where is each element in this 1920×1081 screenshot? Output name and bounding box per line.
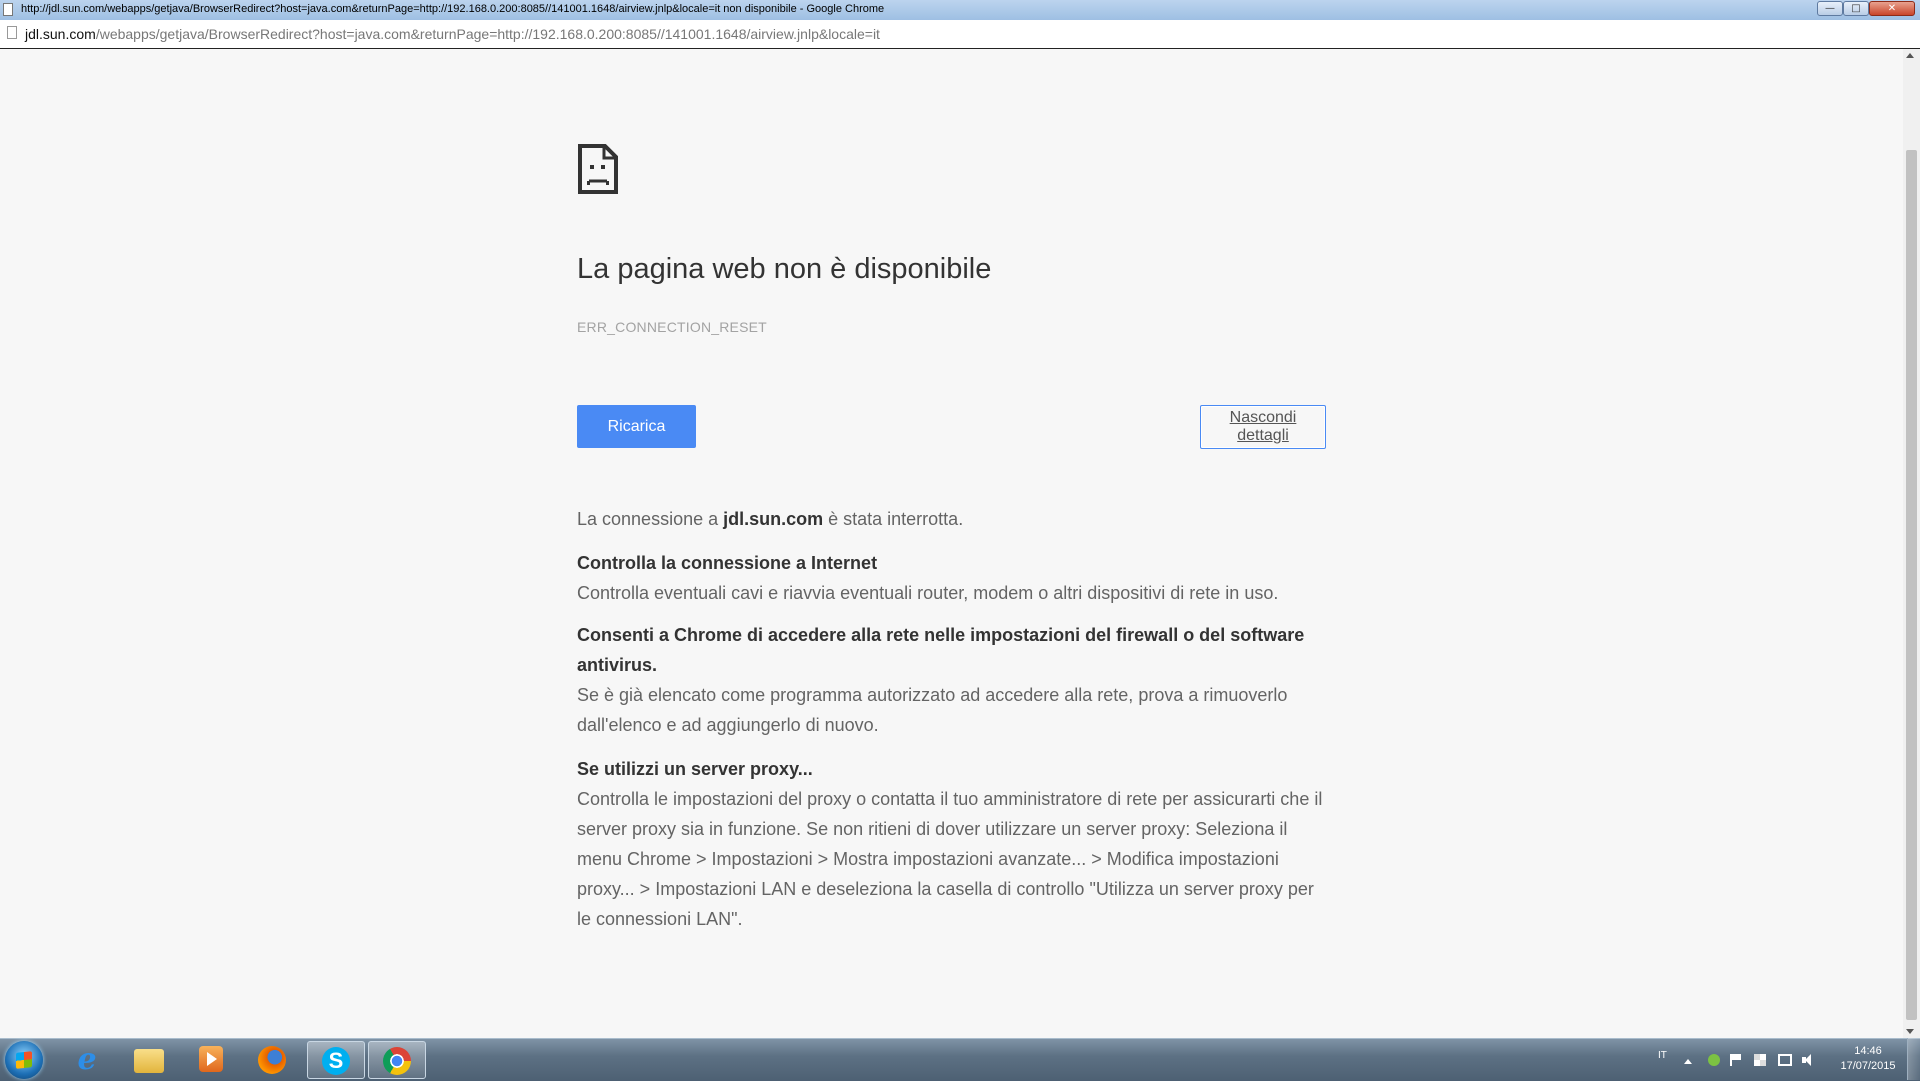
page-icon (7, 26, 17, 39)
section-heading-firewall: Consenti a Chrome di accedere alla rete … (577, 625, 1305, 675)
section-body-firewall: Se è già elencato come programma autoriz… (577, 685, 1288, 735)
maximize-button[interactable]: □ (1843, 1, 1869, 16)
action-center-flag-icon[interactable] (1730, 1054, 1742, 1066)
network-status-icon[interactable] (1708, 1054, 1720, 1066)
window-title-bar[interactable]: http://jdl.sun.com/webapps/getjava/Brows… (0, 0, 1920, 21)
firefox-icon (258, 1046, 286, 1074)
skype-icon: S (322, 1047, 350, 1075)
taskbar-firefox[interactable] (244, 1041, 302, 1079)
taskbar-windows-explorer[interactable] (120, 1041, 178, 1079)
start-button[interactable] (5, 1041, 43, 1079)
section-body-proxy: Controlla le impostazioni del proxy o co… (577, 789, 1323, 929)
taskbar: e S (0, 1038, 1920, 1081)
language-indicator[interactable]: IT (1658, 1050, 1667, 1061)
volume-icon[interactable] (1802, 1054, 1814, 1066)
error-headline: La pagina web non è disponibile (577, 253, 992, 285)
network-icon[interactable] (1778, 1054, 1792, 1066)
page-icon (3, 3, 13, 16)
address-bar[interactable]: jdl.sun.com/webapps/getjava/BrowserRedir… (0, 20, 1920, 49)
clock-date: 17/07/2015 (1840, 1060, 1896, 1072)
reload-button[interactable]: Ricarica (577, 405, 696, 448)
chrome-icon (383, 1047, 411, 1075)
intro-prefix: La connessione a (577, 509, 724, 529)
window-title: http://jdl.sun.com/webapps/getjava/Brows… (21, 3, 885, 15)
taskbar-chrome[interactable] (368, 1041, 426, 1079)
show-hidden-icons-icon[interactable] (1684, 1059, 1692, 1064)
section-heading-proxy: Se utilizzi un server proxy... (577, 759, 813, 779)
url-path: /webapps/getjava/BrowserRedirect?host=ja… (95, 26, 880, 42)
intro-host: jdl.sun.com (723, 509, 824, 529)
section-body-check-connection: Controlla eventuali cavi e riavvia event… (577, 583, 1279, 603)
internet-explorer-icon: e (77, 1042, 97, 1077)
error-code: ERR_CONNECTION_RESET (577, 319, 767, 335)
folder-icon (134, 1049, 164, 1073)
clock[interactable]: 14:46 17/07/2015 (1828, 1044, 1908, 1074)
minimize-button[interactable]: — (1817, 1, 1843, 16)
url-host: jdl.sun.com (25, 26, 96, 42)
intro-suffix: è stata interrotta. (823, 509, 964, 529)
close-button[interactable]: ✕ (1869, 1, 1915, 16)
taskbar-internet-explorer[interactable]: e (58, 1041, 116, 1079)
windows-logo-icon (16, 1051, 32, 1069)
error-details: La connessione a jdl.sun.com è stata int… (577, 504, 1327, 934)
section-heading-check-connection: Controlla la connessione a Internet (577, 553, 878, 573)
taskbar-media-player[interactable] (182, 1041, 240, 1079)
windows-update-icon[interactable] (1754, 1054, 1766, 1066)
connection-interrupted-text: La connessione a jdl.sun.com è stata int… (577, 504, 1327, 534)
media-player-icon (199, 1046, 223, 1072)
show-desktop-button[interactable] (1907, 1038, 1920, 1080)
scroll-up-arrow-icon[interactable] (1906, 53, 1914, 58)
scrollbar-thumb[interactable] (1906, 150, 1917, 1020)
url-text[interactable]: jdl.sun.com/webapps/getjava/BrowserRedir… (25, 26, 880, 42)
clock-time: 14:46 (1854, 1045, 1882, 1057)
hide-details-button[interactable]: Nascondi dettagli (1200, 405, 1326, 449)
taskbar-skype[interactable]: S (307, 1041, 365, 1079)
scroll-down-arrow-icon[interactable] (1906, 1029, 1914, 1034)
sad-document-icon (578, 144, 618, 194)
